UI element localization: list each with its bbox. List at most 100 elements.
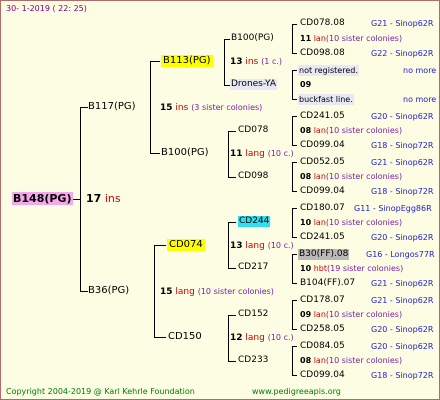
gen1-lower-inseminated: 15 lang (10 sister colonies) <box>160 287 274 297</box>
gen4-group: G20 - Sinop62R <box>371 112 434 121</box>
connector <box>292 116 293 146</box>
gen2-queen-a[interactable]: B113(PG) <box>161 55 213 67</box>
gen3-queen-c1[interactable]: CD244 <box>238 216 271 227</box>
connector <box>80 291 88 292</box>
connector <box>292 300 297 301</box>
gen3-d2-inseminated: 08 lan(10 sister colonies) <box>300 356 403 365</box>
gen4-queen[interactable]: CD180.07 <box>300 203 345 214</box>
connector <box>154 245 155 338</box>
connector <box>292 329 297 330</box>
gen4-group: G11 - SinopEgg86R <box>354 204 432 213</box>
gen3-queen-b2[interactable]: CD098 <box>238 171 268 182</box>
gen2-d-inseminated: 12 lang (10 c.) <box>230 333 294 343</box>
gen4-group: G18 - Sinop72R <box>371 187 434 196</box>
gen4-queen[interactable]: CD241.05 <box>300 232 345 243</box>
website-link[interactable]: www.pedigreeapis.org <box>252 386 341 397</box>
connector <box>292 191 297 192</box>
connector <box>228 268 236 269</box>
gen2-a-inseminated: 13 ins (1 c.) <box>230 57 283 67</box>
gen4-group: G21 - Sinop62R <box>371 279 434 288</box>
gen4-group: G21 - Sinop62R <box>371 158 434 167</box>
connector <box>224 39 225 85</box>
copyright-text: Copyright 2004-2019 @ Karl Kehrle Founda… <box>6 387 195 396</box>
connector <box>80 107 81 292</box>
timestamp: 30- 1-2019 ( 22: 25) <box>6 4 87 13</box>
gen4-group: G21 - Sinop62R <box>371 296 434 305</box>
gen3-queen-a2[interactable]: Drones-YA <box>230 79 278 90</box>
gen4-queen[interactable]: CD099.04 <box>300 370 345 381</box>
gen4-queen[interactable]: CD258.05 <box>300 324 345 335</box>
connector <box>292 145 297 146</box>
connector <box>292 237 297 238</box>
gen2-queen-d[interactable]: CD150 <box>168 331 202 343</box>
connector <box>292 254 293 284</box>
gen1-upper-queen[interactable]: B117(PG) <box>88 101 136 113</box>
gen4-group: G21 - Sinop62R <box>371 19 434 28</box>
connector <box>150 61 151 154</box>
gen3-a2-inseminated: 09 <box>300 80 312 89</box>
gen4-queen[interactable]: CD099.04 <box>300 186 345 197</box>
gen2-queen-c[interactable]: CD074 <box>167 239 205 251</box>
connector <box>292 254 297 255</box>
gen4-queen[interactable]: B30(FF).08 <box>298 249 350 260</box>
connector <box>292 346 297 347</box>
connector <box>292 99 297 100</box>
gen4-group: no more <box>403 66 437 75</box>
connector <box>292 300 293 330</box>
connector <box>228 131 229 177</box>
connector <box>228 222 236 223</box>
gen2-c-inseminated: 13 lang (10 c.) <box>230 241 294 251</box>
gen4-queen[interactable]: CD052.05 <box>300 157 345 168</box>
connector <box>224 39 230 40</box>
connector <box>228 361 236 362</box>
connector <box>228 315 229 361</box>
connector <box>292 53 297 54</box>
gen3-queen-d2[interactable]: CD233 <box>238 355 268 366</box>
gen4-queen[interactable]: CD098.08 <box>300 48 345 59</box>
gen4-queen[interactable]: not registered. <box>298 65 359 76</box>
gen3-a1-inseminated: 11 lan(10 sister colonies) <box>300 34 403 43</box>
connector <box>292 162 297 163</box>
gen4-group: G22 - Sinop62R <box>371 49 434 58</box>
gen3-queen-b1[interactable]: CD078 <box>238 125 268 136</box>
gen3-c1-inseminated: 10 lan(10 sister colonies) <box>300 218 403 227</box>
gen4-queen[interactable]: CD099.04 <box>300 140 345 151</box>
gen4-queen[interactable]: buckfast line. <box>298 94 354 105</box>
gen4-group: G16 - Longos77R <box>366 250 435 259</box>
root-queen[interactable]: B148(PG) <box>12 192 73 205</box>
connector <box>292 116 297 117</box>
gen3-queen-a1[interactable]: B100(PG) <box>231 33 274 44</box>
gen3-queen-c2[interactable]: CD217 <box>238 262 268 273</box>
gen4-group: G20 - Sinop62R <box>371 325 434 334</box>
gen4-group: G20 - Sinop62R <box>371 233 434 242</box>
connector <box>154 245 166 246</box>
gen3-c2-inseminated: 10 hbt(19 sister colonies) <box>300 264 404 273</box>
gen4-queen[interactable]: CD241.05 <box>300 111 345 122</box>
connector <box>292 208 293 238</box>
connector <box>72 199 80 200</box>
gen4-group: G18 - Sinop72R <box>371 371 434 380</box>
connector <box>228 177 236 178</box>
connector <box>80 107 88 108</box>
gen4-group: G18 - Sinop72R <box>371 141 434 150</box>
connector <box>292 24 297 25</box>
gen4-group: no more <box>403 95 437 104</box>
gen4-queen[interactable]: CD178.07 <box>300 295 345 306</box>
gen4-queen[interactable]: B104(FF).07 <box>300 278 355 289</box>
gen2-queen-b[interactable]: B100(PG) <box>161 147 209 159</box>
connector <box>292 70 297 71</box>
connector <box>228 131 236 132</box>
connector <box>292 70 293 100</box>
gen3-b1-inseminated: 08 lan(10 sister colonies) <box>300 126 403 135</box>
gen3-queen-d1[interactable]: CD152 <box>238 309 268 320</box>
gen4-queen[interactable]: CD084.05 <box>300 341 345 352</box>
root-inseminated: 17 ins <box>86 192 121 205</box>
gen4-queen[interactable]: CD078.08 <box>300 18 345 29</box>
gen1-upper-inseminated: 15 ins (3 sister colonies) <box>160 103 263 113</box>
connector <box>228 222 229 268</box>
gen1-lower-queen[interactable]: B36(PG) <box>88 285 129 297</box>
gen4-group: G20 - Sinop62R <box>371 342 434 351</box>
connector <box>292 162 293 192</box>
gen3-d1-inseminated: 09 lan(10 sister colonies) <box>300 310 403 319</box>
connector <box>292 208 297 209</box>
